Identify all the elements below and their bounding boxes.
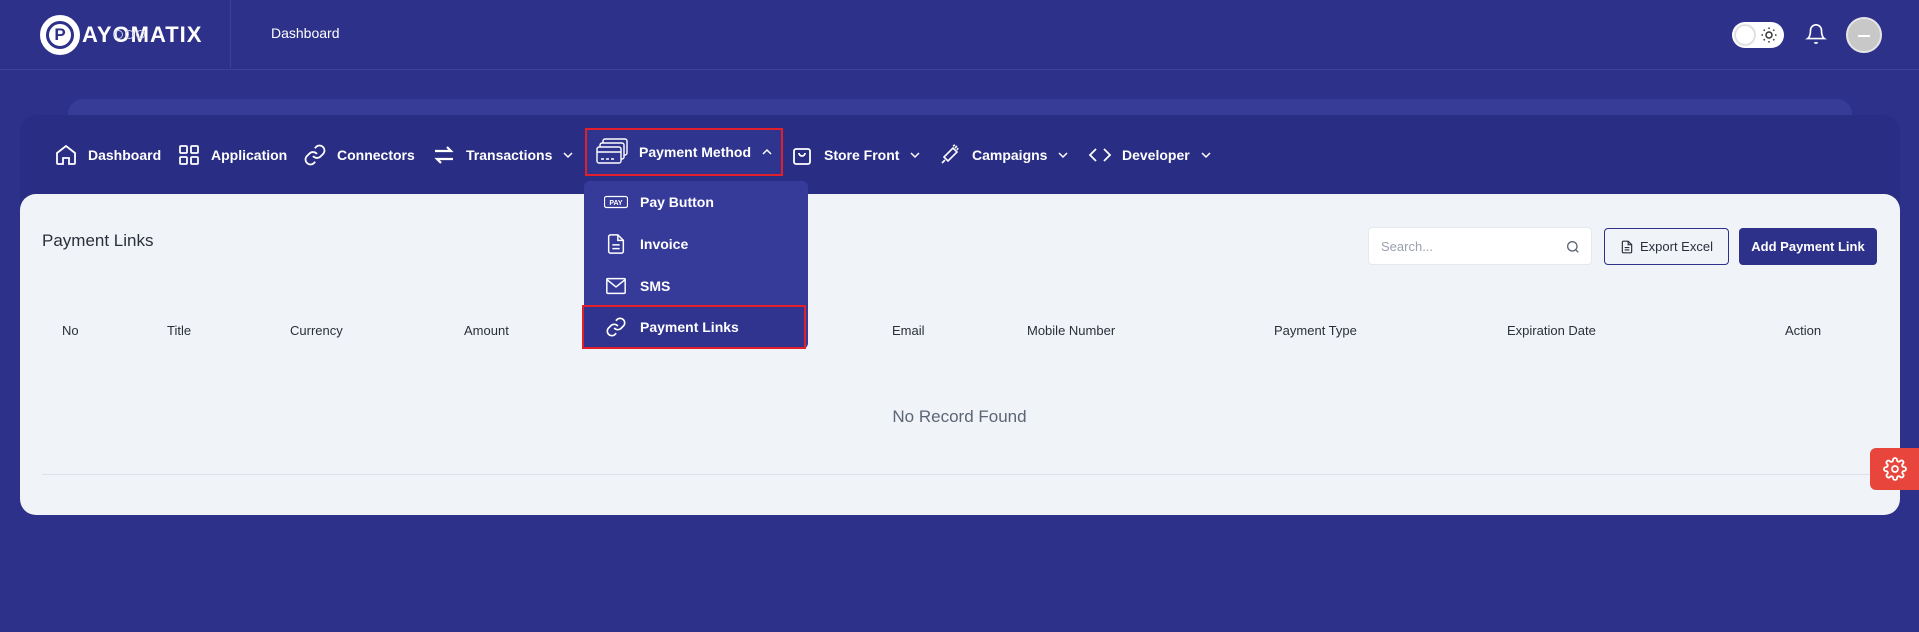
nav-label: Application (211, 147, 288, 163)
document-icon (607, 234, 625, 254)
chevron-down-icon (563, 152, 573, 159)
header-title: Dashboard (271, 25, 340, 41)
menu-item-pay-button[interactable]: PAY Pay Button (584, 181, 808, 223)
table-divider (42, 474, 1880, 475)
menu-item-label: Pay Button (640, 194, 714, 210)
logo-letter: P (46, 21, 74, 49)
nav-label: Store Front (824, 147, 900, 163)
logo-dots (114, 30, 145, 39)
column-header: Payment Type (1274, 323, 1357, 338)
nav-payment-method[interactable]: Payment Method (585, 128, 784, 176)
nav-label: Campaigns (972, 147, 1048, 163)
nav-transactions[interactable]: Transactions (432, 115, 574, 195)
column-header: Email (892, 323, 925, 338)
pay-badge-text: PAY (609, 200, 623, 207)
menu-item-payment-links[interactable]: Payment Links (582, 305, 806, 349)
column-header: Currency (290, 323, 343, 338)
menu-item-label: SMS (640, 278, 671, 294)
nav-store-front[interactable]: Store Front (790, 115, 921, 195)
page-title: Payment Links (42, 231, 154, 250)
chevron-down-icon (1201, 152, 1211, 159)
nav-campaigns[interactable]: Campaigns (938, 115, 1069, 195)
search-box[interactable] (1368, 227, 1592, 265)
nav-label: Dashboard (88, 147, 162, 163)
export-excel-button[interactable]: Export Excel (1604, 228, 1729, 265)
document-icon (1621, 240, 1633, 253)
nav-dashboard[interactable]: Dashboard (54, 115, 161, 195)
home-icon (56, 144, 76, 165)
main-nav: Dashboard Application Connectors Transac… (20, 115, 1900, 195)
top-header: P AYOMATIX Dashboard (0, 0, 1919, 70)
mail-icon (606, 277, 626, 295)
chevron-down-icon (910, 152, 920, 159)
code-icon (1088, 148, 1112, 162)
header-divider (230, 0, 231, 68)
link-icon (304, 144, 326, 166)
chevron-down-icon (1058, 152, 1068, 159)
menu-item-invoice[interactable]: Invoice (584, 223, 808, 265)
search-icon[interactable] (1565, 239, 1581, 255)
nav-label: Connectors (337, 147, 415, 163)
theme-toggle[interactable] (1732, 22, 1784, 48)
column-header: Mobile Number (1027, 323, 1116, 338)
logo-mark: P (40, 15, 80, 55)
nav-label: Payment Method (639, 144, 752, 160)
chevron-up-icon (762, 148, 772, 155)
pay-icon: PAY (604, 195, 628, 209)
user-avatar[interactable] (1846, 17, 1882, 53)
column-header: Title (167, 323, 192, 338)
sun-icon (1761, 27, 1777, 43)
column-header: Amount (464, 323, 509, 338)
link-icon (606, 317, 626, 337)
export-label: Export Excel (1640, 239, 1713, 254)
add-payment-link-button[interactable]: Add Payment Link (1739, 228, 1877, 265)
empty-state: No Record Found (892, 407, 1027, 426)
search-input[interactable] (1381, 228, 1561, 264)
shopping-bag-icon (793, 148, 811, 165)
table-header: No Title Currency Amount Email Mobile Nu… (42, 320, 1880, 340)
column-header: Action (1785, 323, 1822, 338)
nav-application[interactable]: Application (177, 115, 287, 195)
bell-icon[interactable] (1805, 23, 1827, 45)
column-header: No (62, 323, 79, 338)
nav-label: Developer (1122, 147, 1190, 163)
menu-item-label: Payment Links (640, 319, 739, 335)
grid-icon (179, 145, 199, 165)
gear-icon (1882, 457, 1907, 481)
nav-connectors[interactable]: Connectors (303, 115, 415, 195)
nav-label: Transactions (466, 147, 553, 163)
swap-arrows-icon (434, 146, 454, 164)
toggle-knob (1735, 25, 1755, 45)
menu-item-sms[interactable]: SMS (584, 265, 808, 307)
cards-icon (596, 138, 628, 164)
column-header: Expiration Date (1507, 323, 1596, 338)
megaphone-icon (941, 144, 959, 164)
menu-item-label: Invoice (640, 236, 689, 252)
settings-fab[interactable] (1870, 448, 1919, 490)
payment-method-dropdown: PAY Pay Button Invoice SMS Payment Links (582, 181, 808, 349)
nav-developer[interactable]: Developer (1088, 115, 1212, 195)
